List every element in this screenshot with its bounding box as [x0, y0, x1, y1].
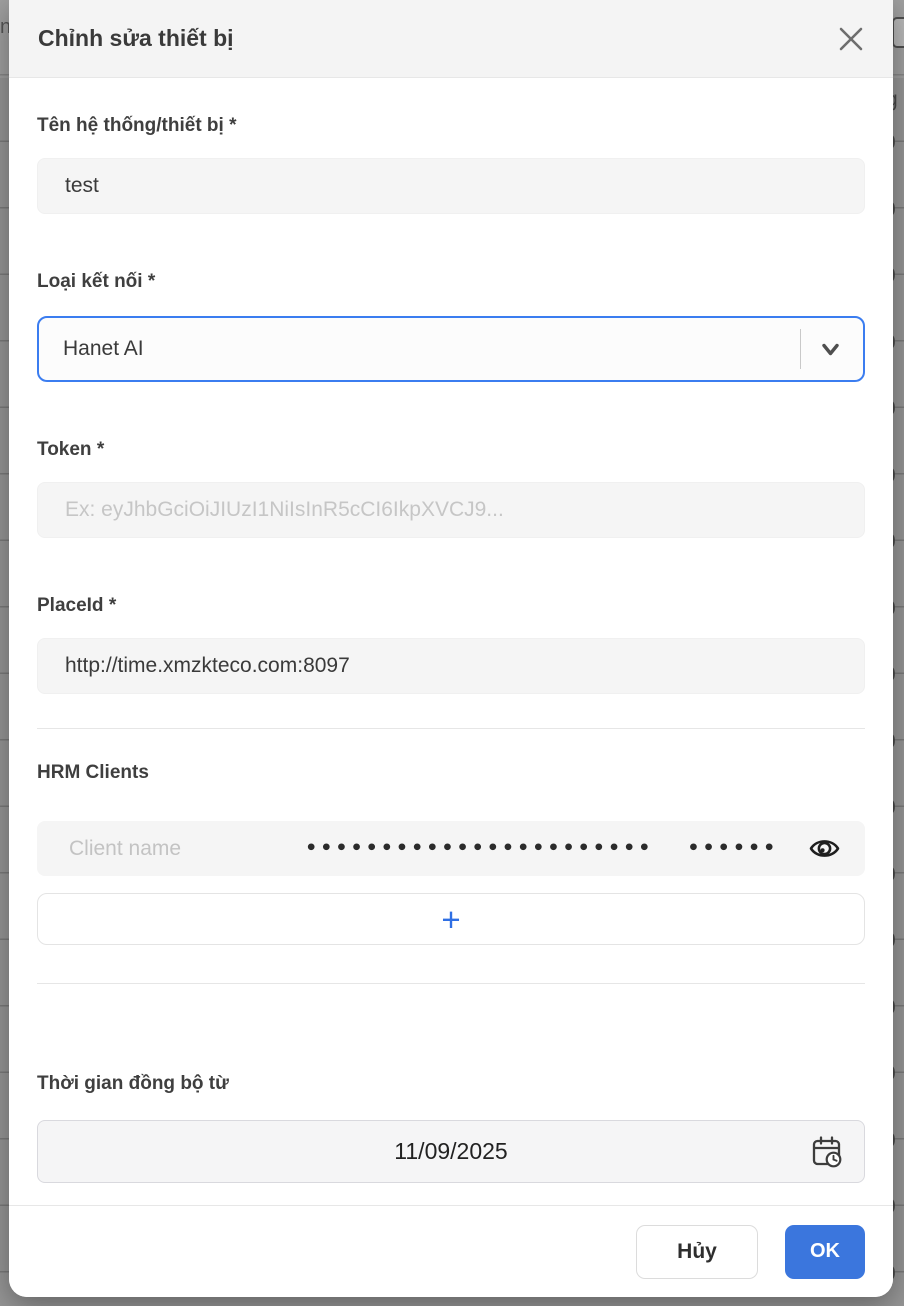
masked-client-secret: ••••••: [687, 837, 779, 859]
section-divider: [37, 983, 865, 984]
section-divider: [37, 728, 865, 729]
eye-icon: [808, 832, 841, 865]
token-label: Token *: [37, 439, 105, 460]
client-name-placeholder: Client name: [69, 836, 182, 860]
ok-button[interactable]: OK: [785, 1224, 865, 1279]
device-name-input[interactable]: [37, 158, 865, 214]
close-button[interactable]: [831, 19, 871, 59]
masked-client-id: •••••••••••••••••••••••: [305, 837, 654, 859]
close-icon: [834, 22, 868, 56]
backdrop-left-text-fragment: na: [0, 16, 9, 38]
chevron-down-icon: [817, 336, 844, 363]
placeid-input[interactable]: [37, 638, 865, 694]
placeid-label: PlaceId *: [37, 595, 117, 616]
backdrop-button-fragment: [892, 17, 904, 48]
plus-icon: +: [441, 900, 461, 938]
cancel-button[interactable]: Hủy: [636, 1224, 758, 1279]
backdrop-left-strip: na: [0, 0, 9, 1306]
select-divider: [800, 329, 801, 369]
backdrop-table-header-band: [0, 0, 9, 78]
device-name-label: Tên hệ thống/thiết bị *: [37, 115, 237, 136]
modal-title: Chỉnh sửa thiết bị: [38, 25, 234, 51]
sync-time-label: Thời gian đồng bộ từ: [37, 1073, 229, 1094]
sync-date-value: 11/09/2025: [394, 1138, 508, 1164]
calendar-clock-icon: [811, 1135, 843, 1169]
connection-type-value: Hanet AI: [63, 337, 144, 360]
modal-body: Tên hệ thống/thiết bị * Loại kết nối * H…: [9, 78, 893, 1205]
connection-type-select[interactable]: Hanet AI: [37, 316, 865, 382]
add-client-button[interactable]: +: [37, 893, 865, 945]
modal-footer: Hủy OK: [9, 1205, 893, 1297]
connection-type-label: Loại kết nối *: [37, 271, 156, 292]
hrm-clients-label: HRM Clients: [37, 762, 149, 783]
modal-header: Chỉnh sửa thiết bị: [9, 0, 893, 78]
sync-date-input[interactable]: 11/09/2025: [37, 1120, 865, 1183]
token-input[interactable]: [37, 482, 865, 538]
toggle-password-visibility-button[interactable]: [808, 832, 841, 865]
edit-device-modal: Chỉnh sửa thiết bị Tên hệ thống/thiết bị…: [9, 0, 893, 1297]
hrm-client-row[interactable]: Client name ••••••••••••••••••••••• ••••…: [37, 821, 865, 876]
